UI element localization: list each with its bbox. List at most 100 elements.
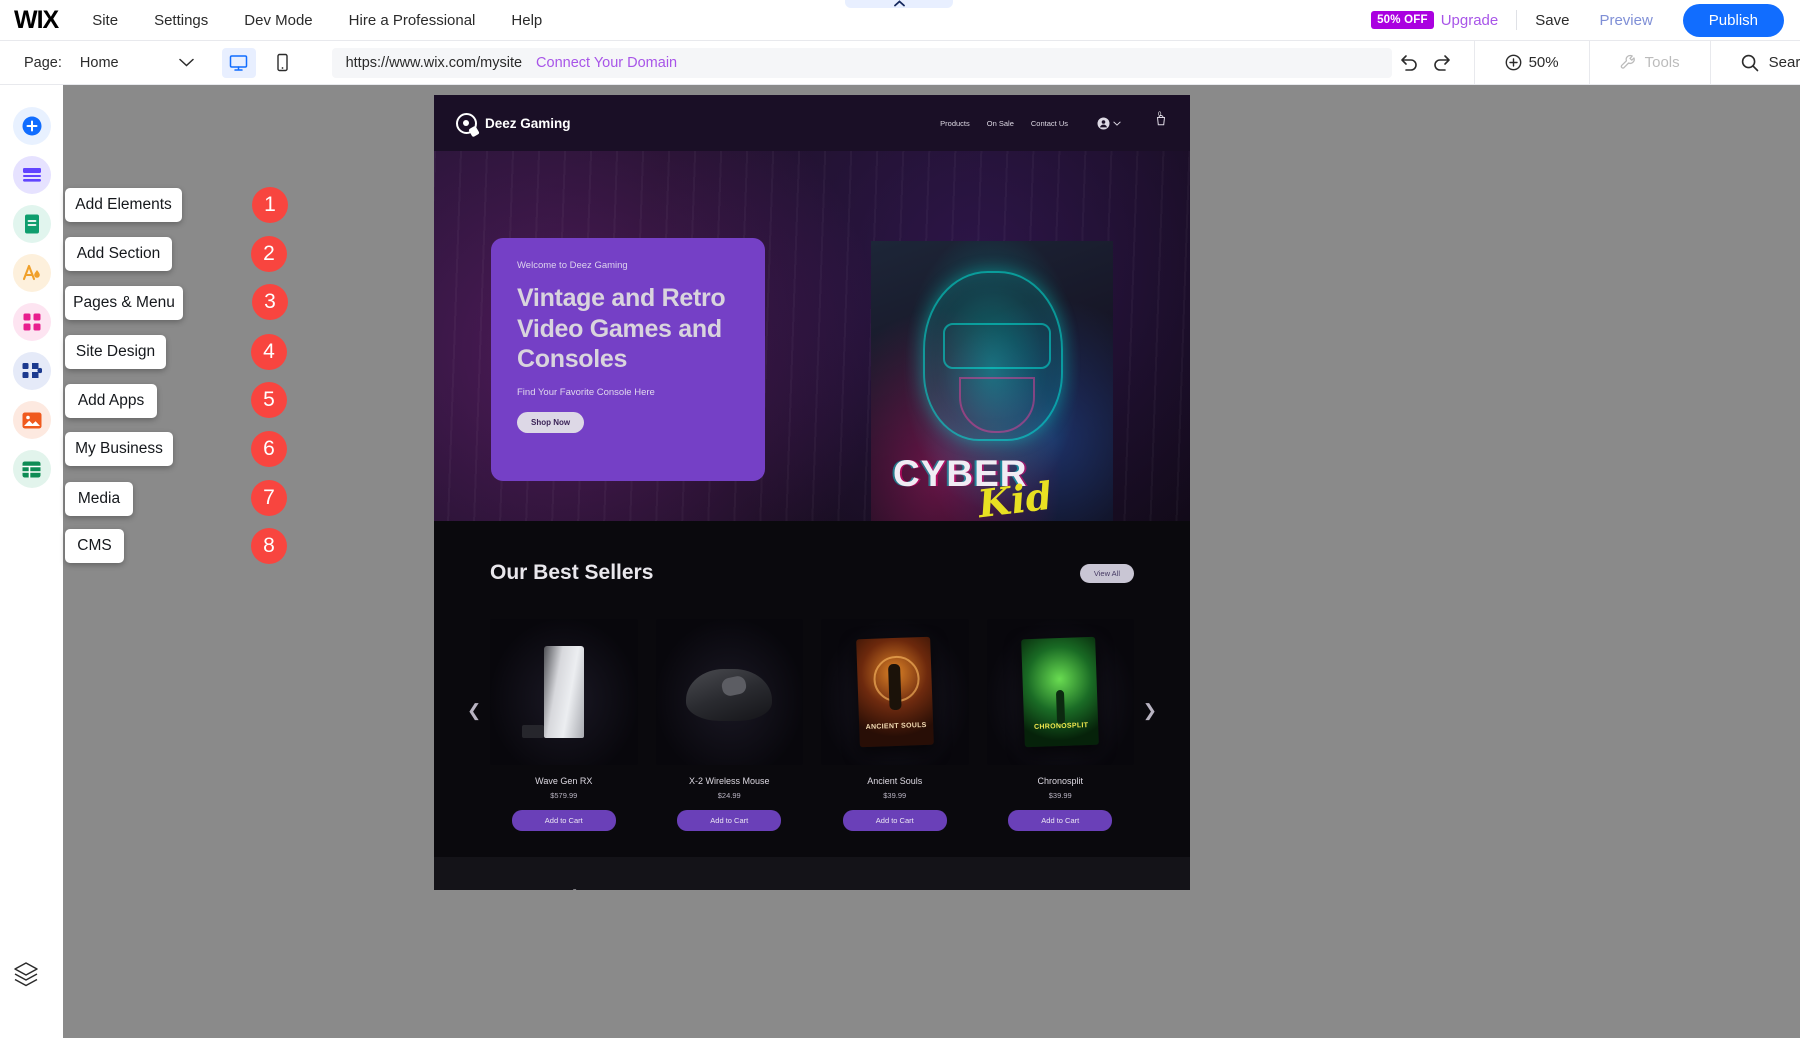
- product-card[interactable]: X-2 Wireless Mouse $24.99 Add to Cart: [656, 619, 804, 831]
- add-to-cart-button[interactable]: Add to Cart: [512, 810, 616, 831]
- best-sellers-header: Our Best Sellers View All: [490, 561, 1134, 585]
- page-doc-icon: [23, 213, 41, 235]
- hero-subheading: Find Your Favorite Console Here: [517, 387, 739, 398]
- site-nav: Products On Sale Contact Us 0: [940, 113, 1168, 133]
- plus-circle-icon: [21, 115, 43, 137]
- panel-button-pages-menu[interactable]: Pages & Menu: [65, 286, 183, 320]
- editor-page-bar: Page: Home https://www.wix.com/mysite Co…: [0, 41, 1800, 85]
- site-url: https://www.wix.com/mysite: [346, 55, 522, 71]
- menu-hire-a-professional[interactable]: Hire a Professional: [349, 12, 476, 29]
- add-to-cart-button[interactable]: Add to Cart: [843, 810, 947, 831]
- browse-category-title: Browse by Category: [490, 887, 1134, 890]
- menu-settings[interactable]: Settings: [154, 12, 208, 29]
- site-preview[interactable]: Deez Gaming Products On Sale Contact Us: [434, 95, 1190, 890]
- hero-welcome-text: Welcome to Deez Gaming: [517, 260, 739, 271]
- menu-site[interactable]: Site: [92, 12, 118, 29]
- upgrade-link[interactable]: Upgrade: [1441, 12, 1499, 29]
- site-cart-button[interactable]: 0: [1154, 113, 1168, 133]
- sidebar-item-add-section[interactable]: [13, 156, 51, 194]
- search-button[interactable]: Search: [1725, 54, 1800, 72]
- redo-icon: [1432, 53, 1453, 72]
- product-card[interactable]: CHRONOSPLIT Chronosplit $39.99 Add to Ca…: [987, 619, 1135, 831]
- product-price: $24.99: [656, 791, 804, 800]
- best-sellers-section: Our Best Sellers View All ❮ ❯ Wave Gen R…: [434, 521, 1190, 857]
- undo-button[interactable]: [1392, 46, 1426, 80]
- annotation-marker-8: 8: [251, 528, 287, 564]
- annotation-marker-3: 3: [252, 284, 288, 320]
- panel-button-add-section[interactable]: Add Section: [65, 237, 172, 271]
- divider: [1474, 41, 1475, 85]
- add-to-cart-button[interactable]: Add to Cart: [1008, 810, 1112, 831]
- save-button[interactable]: Save: [1535, 12, 1569, 29]
- site-header: Deez Gaming Products On Sale Contact Us: [434, 95, 1190, 151]
- mobile-icon: [276, 53, 289, 72]
- sidebar-item-pages-menu[interactable]: [13, 205, 51, 243]
- carousel-next-button[interactable]: ❯: [1143, 701, 1157, 721]
- site-nav-contact-us[interactable]: Contact Us: [1031, 119, 1068, 128]
- menu-dev-mode[interactable]: Dev Mode: [244, 12, 312, 29]
- layers-panel-button[interactable]: [12, 961, 40, 992]
- product-image: [490, 619, 638, 765]
- product-card[interactable]: ANCIENT SOULS Ancient Souls $39.99 Add t…: [821, 619, 969, 831]
- annotation-marker-6: 6: [251, 431, 287, 467]
- zoom-control[interactable]: 50%: [1489, 54, 1575, 71]
- hero-shop-now-button[interactable]: Shop Now: [517, 412, 584, 433]
- tools-label: Tools: [1645, 54, 1680, 71]
- chronosplit-cover-art: CHRONOSPLIT: [1021, 637, 1099, 748]
- sidebar-item-site-design[interactable]: [13, 254, 51, 292]
- desktop-view-button[interactable]: [222, 48, 256, 78]
- theme-paint-icon: [21, 262, 43, 284]
- panel-button-site-design[interactable]: Site Design: [65, 335, 166, 369]
- mobile-view-button[interactable]: [266, 48, 300, 78]
- product-price: $39.99: [987, 791, 1135, 800]
- product-name: Ancient Souls: [821, 776, 969, 786]
- cyber-mask-graphic: [923, 271, 1063, 441]
- best-sellers-title: Our Best Sellers: [490, 561, 653, 585]
- zoom-level: 50%: [1529, 54, 1559, 71]
- promo-badge: 50% OFF: [1371, 11, 1434, 29]
- chevron-down-icon: [179, 58, 194, 67]
- viewport-toggle: [222, 48, 300, 78]
- desktop-icon: [229, 54, 248, 72]
- menu-help[interactable]: Help: [511, 12, 542, 29]
- annotation-marker-1: 1: [252, 187, 288, 223]
- sidebar-item-cms[interactable]: [13, 450, 51, 488]
- product-image: CHRONOSPLIT: [987, 619, 1135, 765]
- publish-button[interactable]: Publish: [1683, 4, 1784, 37]
- carousel-prev-button[interactable]: ❮: [467, 701, 481, 721]
- sidebar-item-add-elements[interactable]: [13, 107, 51, 145]
- add-to-cart-button[interactable]: Add to Cart: [677, 810, 781, 831]
- table-grid-icon: [21, 460, 42, 479]
- sidebar-item-media[interactable]: [13, 401, 51, 439]
- sidebar-item-add-apps[interactable]: [13, 303, 51, 341]
- site-nav-on-sale[interactable]: On Sale: [987, 119, 1014, 128]
- page-label: Page:: [24, 55, 62, 71]
- product-card[interactable]: Wave Gen RX $579.99 Add to Cart: [490, 619, 638, 831]
- sidebar-item-my-business[interactable]: [13, 352, 51, 390]
- tools-button[interactable]: Tools: [1604, 54, 1696, 71]
- preview-button[interactable]: Preview: [1599, 12, 1652, 29]
- hero-cyber-kid-image: CYBER Kid: [871, 241, 1113, 521]
- view-all-button[interactable]: View All: [1080, 564, 1134, 583]
- annotation-marker-7: 7: [251, 480, 287, 516]
- panel-button-add-apps[interactable]: Add Apps: [65, 384, 157, 418]
- collapse-toolbar-tab[interactable]: [845, 0, 953, 8]
- ancient-souls-cover-art: ANCIENT SOULS: [856, 637, 934, 748]
- search-icon: [1741, 54, 1759, 72]
- site-account-menu[interactable]: [1097, 117, 1121, 130]
- product-name: X-2 Wireless Mouse: [656, 776, 804, 786]
- site-address-bar[interactable]: https://www.wix.com/mysite Connect Your …: [332, 48, 1392, 78]
- redo-button[interactable]: [1426, 46, 1460, 80]
- panel-button-cms[interactable]: CMS: [65, 529, 124, 563]
- wix-logo[interactable]: WIX: [14, 6, 58, 35]
- panel-button-add-elements[interactable]: Add Elements: [65, 188, 182, 222]
- product-carousel: Wave Gen RX $579.99 Add to Cart X-2 Wire…: [490, 619, 1134, 831]
- product-name: Chronosplit: [987, 776, 1135, 786]
- site-nav-products[interactable]: Products: [940, 119, 970, 128]
- connect-domain-link[interactable]: Connect Your Domain: [536, 55, 677, 71]
- page-dropdown-toggle[interactable]: [179, 58, 194, 67]
- panel-button-media[interactable]: Media: [65, 482, 133, 516]
- panel-button-my-business[interactable]: My Business: [65, 432, 173, 466]
- product-image: [656, 619, 804, 765]
- page-selected-value[interactable]: Home: [80, 55, 119, 71]
